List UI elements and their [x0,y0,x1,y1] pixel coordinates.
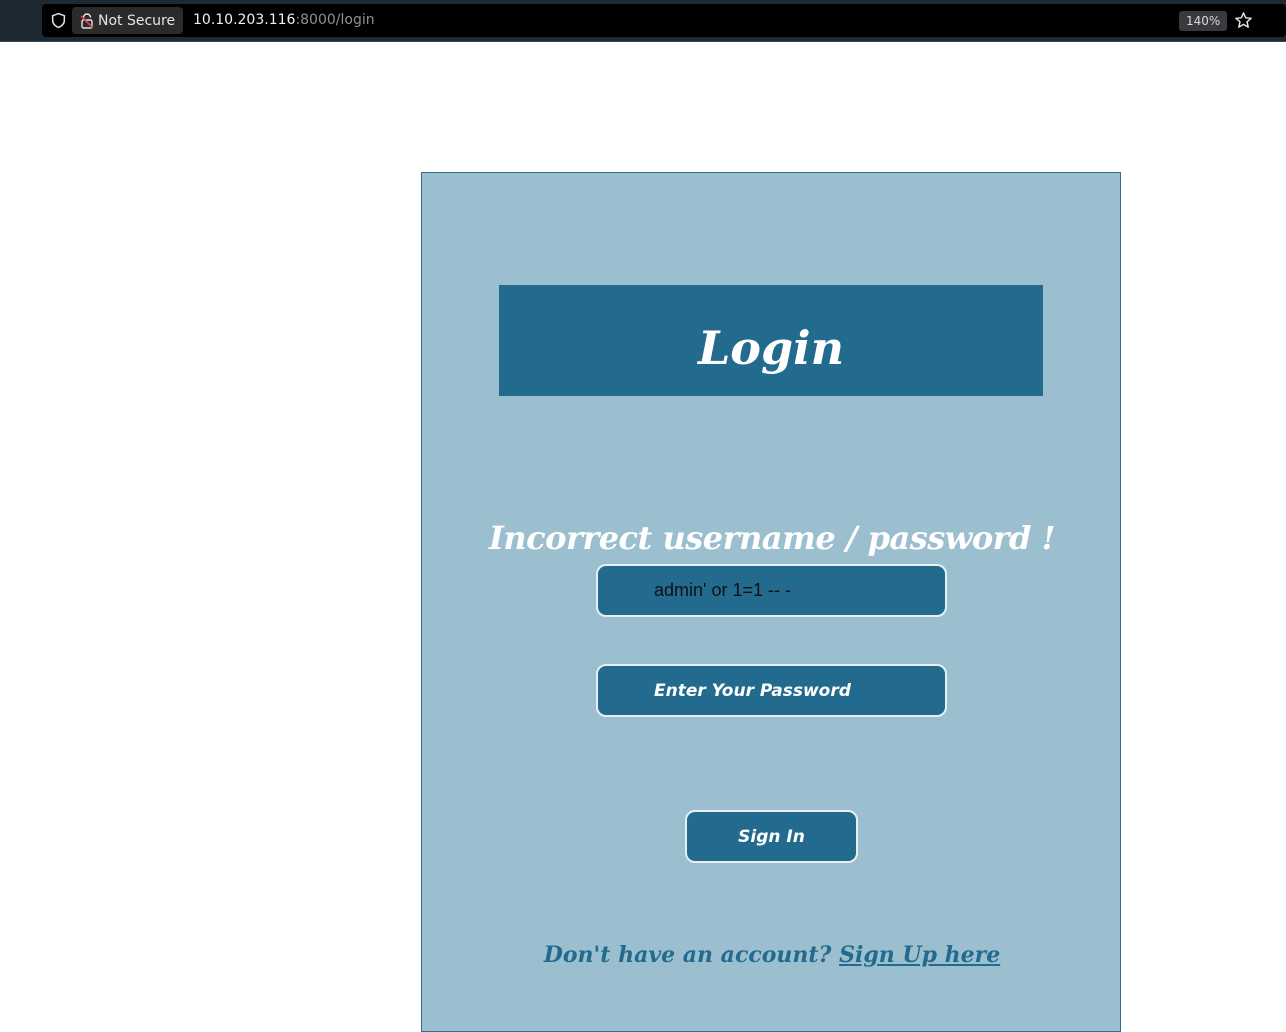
security-indicator[interactable]: Not Secure [72,7,184,34]
error-message: Incorrect username / password ! [488,519,1056,557]
login-card: Login Incorrect username / password ! Si… [421,172,1121,1032]
url-path: :8000/login [295,12,375,28]
username-input[interactable] [596,564,947,617]
zoom-indicator[interactable]: 140% [1179,11,1228,31]
signup-prompt-line: Don't have an account? Sign Up here [422,942,1122,968]
address-bar[interactable]: Not Secure 10.10.203.116:8000/login 140% [42,4,1286,37]
broken-lock-icon [80,12,94,29]
url-text[interactable]: 10.10.203.116:8000/login [193,12,375,28]
signup-prompt: Don't have an account? [543,942,840,968]
star-icon[interactable] [1234,11,1253,30]
browser-toolbar: Not Secure 10.10.203.116:8000/login 140% [0,0,1286,42]
password-input[interactable] [596,664,947,717]
security-label: Not Secure [98,12,176,29]
shield-icon[interactable] [50,12,67,29]
sign-in-button[interactable]: Sign In [685,810,858,863]
page-title: Login [697,320,845,375]
title-banner: Login [499,285,1043,396]
url-host: 10.10.203.116 [193,12,296,28]
signup-link[interactable]: Sign Up here [839,942,1000,968]
